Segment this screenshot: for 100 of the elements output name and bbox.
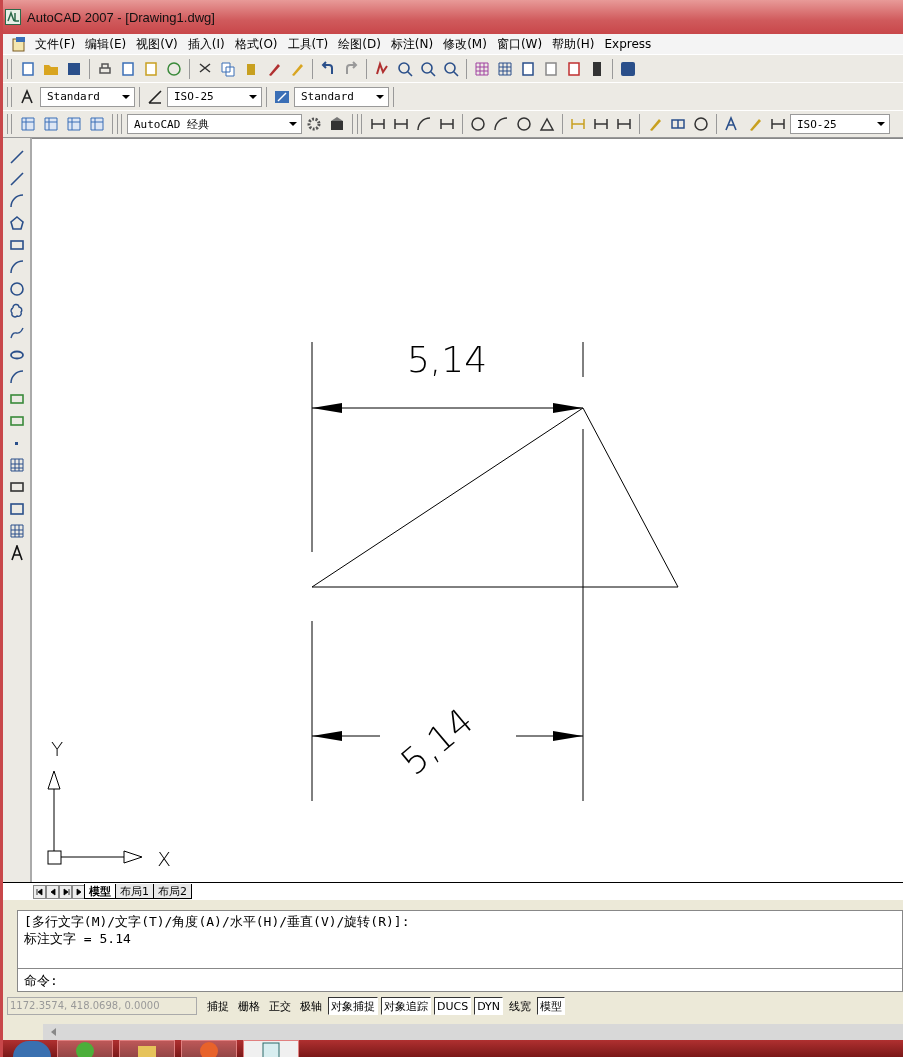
menu-item[interactable]: Express xyxy=(600,37,658,51)
grid-icon xyxy=(8,457,25,473)
taskbar-app-button[interactable] xyxy=(119,1040,175,1057)
status-toggle-button[interactable]: 线宽 xyxy=(506,997,534,1015)
document-icon xyxy=(11,36,27,52)
dimension-icon xyxy=(616,116,632,132)
arc-icon xyxy=(493,116,509,132)
menu-item[interactable]: 绘图(D) xyxy=(334,35,387,53)
layout-tab[interactable]: 布局2 xyxy=(153,884,192,899)
status-toggle-button[interactable]: 模型 xyxy=(537,997,565,1015)
pencil-icon xyxy=(647,116,663,132)
text-icon xyxy=(724,116,740,132)
cloud-icon xyxy=(8,303,25,319)
menu-item[interactable]: 帮助(H) xyxy=(548,35,601,53)
help-icon xyxy=(620,60,636,77)
dimension-style-dropdown[interactable]: ISO-25 xyxy=(790,114,890,134)
text-style-icon xyxy=(20,88,36,105)
table-style-icon xyxy=(274,88,290,105)
dimension-icon xyxy=(593,116,609,132)
menu-item[interactable]: 窗口(W) xyxy=(492,35,549,53)
arc-icon xyxy=(8,369,25,385)
pencil-icon xyxy=(747,116,763,132)
menu-item[interactable]: 文件(F) xyxy=(31,35,82,53)
tab-scroll-button[interactable] xyxy=(59,884,72,899)
circle-icon xyxy=(470,116,486,132)
circle-icon xyxy=(516,116,532,132)
dimension-line xyxy=(311,731,381,741)
dimension-style-dropdown[interactable]: ISO-25 xyxy=(167,86,262,107)
page-icon xyxy=(566,60,582,77)
zoom-icon xyxy=(420,60,436,77)
status-toggle-button[interactable]: 极轴 xyxy=(297,997,325,1015)
page-icon xyxy=(520,60,536,77)
triangle-icon xyxy=(539,116,555,132)
start-button[interactable] xyxy=(13,1041,51,1057)
page-icon xyxy=(543,60,559,77)
command-line-field[interactable]: 命令: xyxy=(18,969,902,991)
grid-icon xyxy=(89,116,105,132)
horizontal-scrollbar[interactable] xyxy=(43,1024,903,1040)
circle-icon xyxy=(693,116,709,132)
zoom-icon xyxy=(397,60,413,77)
zoom-icon xyxy=(443,60,459,77)
text-style-dropdown[interactable]: Standard xyxy=(40,86,135,107)
line-icon xyxy=(8,149,25,165)
menu-item[interactable]: 标注(N) xyxy=(386,35,440,53)
arc-icon xyxy=(416,116,432,132)
app-icon xyxy=(5,9,21,25)
extension-line xyxy=(582,341,584,378)
tab-scroll-button[interactable] xyxy=(33,884,46,899)
axis-label: X xyxy=(157,847,171,871)
tab-scroll-button[interactable] xyxy=(46,884,59,899)
text-icon xyxy=(8,545,25,561)
axis-label: Y xyxy=(50,737,64,761)
grid-icon xyxy=(20,116,36,132)
dimension-icon xyxy=(570,116,586,132)
grid-icon xyxy=(8,523,25,539)
menu-item[interactable]: 格式(O) xyxy=(230,35,284,53)
menu-item[interactable]: 修改(M) xyxy=(439,35,493,53)
arc-icon xyxy=(8,193,25,209)
status-toggle-button[interactable]: 对象追踪 xyxy=(381,997,431,1015)
page-icon xyxy=(120,60,136,77)
line-icon xyxy=(8,171,25,187)
dimension-icon xyxy=(439,116,455,132)
coordinates-readout: 1172.3574, 418.0698, 0.0000 xyxy=(7,997,197,1015)
status-toggle-button[interactable]: 栅格 xyxy=(235,997,263,1015)
layout-tab[interactable]: 模型 xyxy=(84,884,116,899)
layout-tab[interactable]: 布局1 xyxy=(115,884,154,899)
grid-icon xyxy=(43,116,59,132)
table-style-dropdown[interactable]: Standard xyxy=(294,86,389,107)
page-icon xyxy=(8,501,25,517)
copy-icon xyxy=(220,60,236,77)
circle-icon xyxy=(166,60,182,77)
menu-item[interactable]: 编辑(E) xyxy=(81,35,133,53)
status-toggle-button[interactable]: DYN xyxy=(474,997,503,1015)
grid-icon xyxy=(66,116,82,132)
dimension-icon xyxy=(393,116,409,132)
status-toggle-button[interactable]: 正交 xyxy=(266,997,294,1015)
rectangle-icon xyxy=(20,60,36,77)
dimension-icon xyxy=(770,116,786,132)
pentagon-icon xyxy=(8,215,25,231)
command-history-line: [多行文字(M)/文字(T)/角度(A)/水平(H)/垂直(V)/旋转(R)]: xyxy=(24,913,411,930)
dimension-style-icon xyxy=(147,88,163,105)
arc-icon xyxy=(8,259,25,275)
status-toggle-button[interactable]: DUCS xyxy=(434,997,472,1015)
grid-icon xyxy=(474,60,490,77)
grid-icon xyxy=(497,60,513,77)
status-toggle-button[interactable]: 对象捕捉 xyxy=(328,997,378,1015)
command-history-line: 标注文字 = 5.14 xyxy=(24,930,132,947)
status-toggle-button[interactable]: 捕捉 xyxy=(204,997,232,1015)
dimension-icon xyxy=(370,116,386,132)
menu-item[interactable]: 视图(V) xyxy=(132,35,184,53)
menu-item[interactable]: 插入(I) xyxy=(183,35,231,53)
printer-icon xyxy=(97,60,113,77)
undo-icon xyxy=(320,60,336,77)
point-icon xyxy=(15,441,18,445)
dimension-text: 5,14 xyxy=(406,339,488,380)
rectangle-icon xyxy=(8,391,25,407)
workspace-dropdown[interactable]: AutoCAD 经典 xyxy=(127,114,302,134)
menu-item[interactable]: 工具(T) xyxy=(283,35,335,53)
grid-icon xyxy=(670,116,686,132)
dimension-line xyxy=(515,731,584,741)
